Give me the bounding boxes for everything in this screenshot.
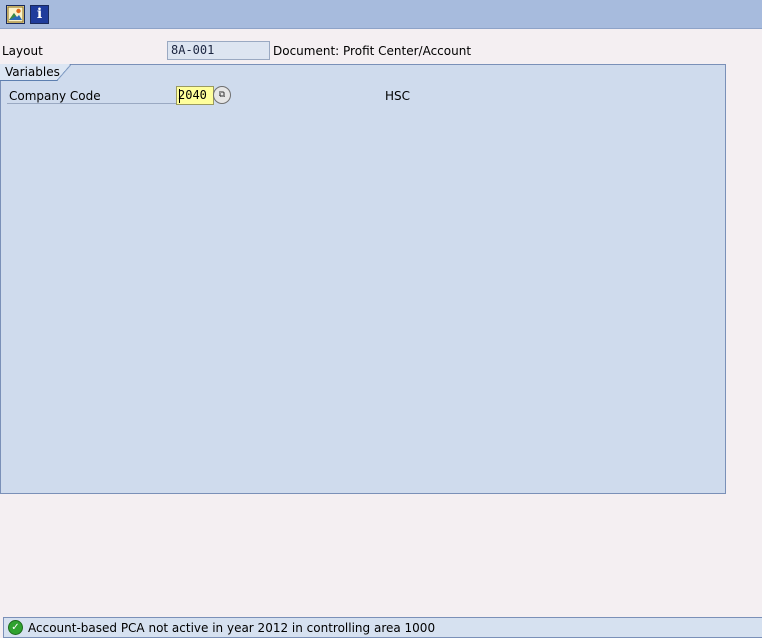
company-code-value: 2040: [178, 88, 207, 102]
info-icon: i: [36, 6, 43, 22]
picture-icon: [7, 6, 24, 23]
value-help-icon: ⧉: [218, 90, 226, 100]
status-message: Account-based PCA not active in year 201…: [28, 621, 436, 635]
info-button[interactable]: i: [30, 5, 49, 24]
status-bar[interactable]: ✓ Account-based PCA not active in year 2…: [3, 617, 762, 638]
company-code-underline: [7, 103, 177, 104]
company-code-label: Company Code: [9, 89, 101, 103]
variables-panel: [0, 64, 726, 494]
layout-field[interactable]: 8A-001: [167, 41, 270, 60]
text-cursor: [179, 89, 180, 103]
layout-description: Document: Profit Center/Account: [273, 44, 472, 58]
check-circle-icon: ✓: [8, 620, 23, 635]
variables-tab-label: Variables: [5, 65, 60, 79]
application-toolbar: i: [0, 0, 762, 29]
company-code-input[interactable]: 2040: [176, 86, 214, 105]
picture-icon-button[interactable]: [6, 5, 25, 24]
layout-label: Layout: [2, 44, 43, 58]
value-help-button[interactable]: ⧉: [213, 86, 231, 104]
company-code-text: HSC: [385, 89, 411, 103]
